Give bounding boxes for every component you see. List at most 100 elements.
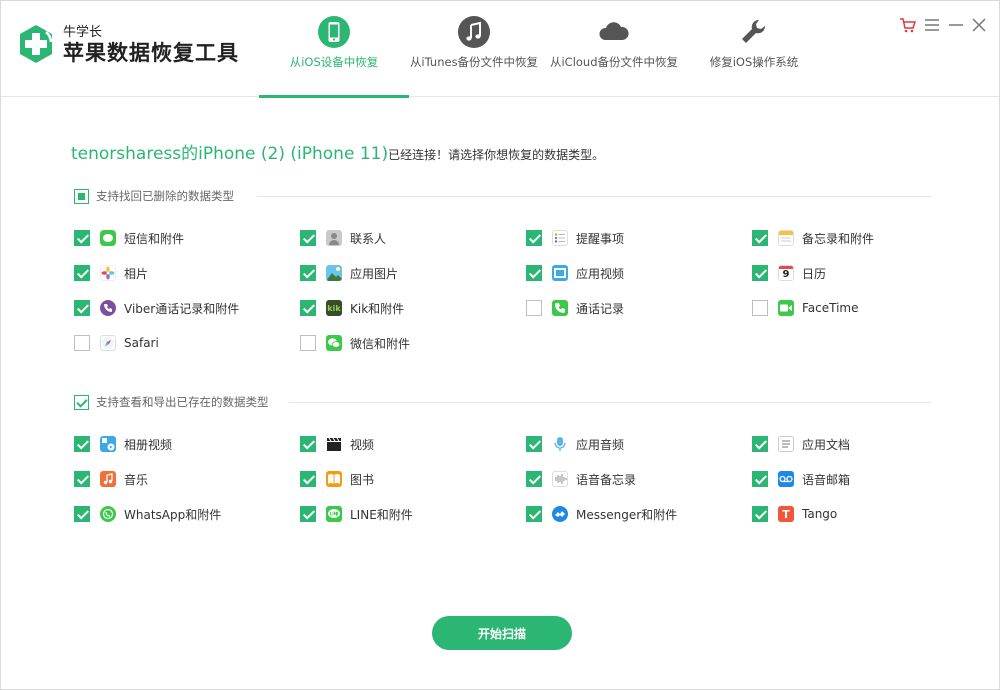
option-books[interactable]: 图书 <box>300 470 374 488</box>
checkbox[interactable] <box>300 300 316 316</box>
section-deleted-header[interactable]: 支持找回已删除的数据类型 <box>74 188 234 204</box>
section-existing-header[interactable]: 支持查看和导出已存在的数据类型 <box>74 394 269 410</box>
option-messenger[interactable]: Messenger和附件 <box>526 505 677 523</box>
checkbox[interactable] <box>300 471 316 487</box>
line-icon <box>326 506 342 522</box>
tab-label: 修复iOS操作系统 <box>709 55 799 69</box>
tab-repair-ios[interactable]: 修复iOS操作系统 <box>689 1 819 97</box>
tango-icon: T <box>778 506 794 522</box>
checkbox[interactable] <box>300 436 316 452</box>
option-whatsapp[interactable]: WhatsApp和附件 <box>74 505 221 523</box>
tab-itunes-backup[interactable]: 从iTunes备份文件中恢复 <box>409 1 539 97</box>
app-photos-icon <box>326 265 342 281</box>
item-label: FaceTime <box>802 301 859 315</box>
phone-icon <box>318 16 350 48</box>
item-label: 视频 <box>350 437 375 452</box>
notes-icon <box>778 230 794 246</box>
item-label: Messenger和附件 <box>576 507 678 522</box>
option-contacts[interactable]: 联系人 <box>300 229 386 247</box>
option-notes[interactable]: 备忘录和附件 <box>752 229 874 247</box>
checkbox[interactable] <box>300 335 316 351</box>
section-existing-checkbox[interactable] <box>74 394 89 410</box>
checkbox[interactable] <box>526 506 542 522</box>
checkbox[interactable] <box>752 300 768 316</box>
messages-icon <box>100 230 116 246</box>
option-messages[interactable]: 短信和附件 <box>74 229 184 247</box>
item-label: Kik和附件 <box>350 301 405 316</box>
start-scan-button[interactable]: 开始扫描 <box>432 616 572 650</box>
menu-icon[interactable] <box>923 16 941 34</box>
checkbox[interactable] <box>74 471 90 487</box>
item-label: Safari <box>124 336 159 350</box>
checkbox[interactable] <box>752 230 768 246</box>
checkbox[interactable] <box>74 436 90 452</box>
checkbox[interactable] <box>526 230 542 246</box>
item-label: 应用音频 <box>576 437 625 452</box>
checkbox[interactable] <box>74 265 90 281</box>
item-label: Viber通话记录和附件 <box>124 301 240 316</box>
checkbox[interactable] <box>526 436 542 452</box>
item-label: 通话记录 <box>576 301 625 316</box>
option-app-videos[interactable]: 应用视频 <box>526 264 624 282</box>
close-icon[interactable] <box>970 16 988 34</box>
calendar-icon: 9 <box>778 265 794 281</box>
item-label: 相册视频 <box>124 437 173 452</box>
item-label: 备忘录和附件 <box>802 231 875 246</box>
reminders-icon <box>552 230 568 246</box>
option-tango[interactable]: T Tango <box>752 505 837 523</box>
section-deleted-label: 支持找回已删除的数据类型 <box>96 189 234 203</box>
option-wechat[interactable]: 微信和附件 <box>300 334 410 352</box>
option-safari[interactable]: Safari <box>74 334 159 352</box>
option-photos[interactable]: 相片 <box>74 264 148 282</box>
cart-icon[interactable] <box>899 16 917 34</box>
wrench-icon <box>742 19 766 43</box>
option-kik[interactable]: kik Kik和附件 <box>300 299 404 317</box>
item-label: Tango <box>802 507 838 521</box>
checkbox[interactable] <box>526 300 542 316</box>
option-app-audio[interactable]: 应用音频 <box>526 435 624 453</box>
checkbox[interactable] <box>526 265 542 281</box>
option-music[interactable]: 音乐 <box>74 470 148 488</box>
app-title: 苹果数据恢复工具 <box>63 40 239 65</box>
option-reminders[interactable]: 提醒事项 <box>526 229 624 247</box>
checkbox[interactable] <box>300 506 316 522</box>
tab-ios-device[interactable]: 从iOS设备中恢复 <box>259 1 409 98</box>
tab-icloud-backup[interactable]: 从iCloud备份文件中恢复 <box>549 1 679 97</box>
phone-call-icon <box>552 300 568 316</box>
checkbox[interactable] <box>74 506 90 522</box>
music-icon <box>100 471 116 487</box>
option-voice-memos[interactable]: 语音备忘录 <box>526 470 636 488</box>
checkbox[interactable] <box>752 265 768 281</box>
option-album-video[interactable]: 相册视频 <box>74 435 172 453</box>
section-deleted-checkbox[interactable] <box>74 188 89 204</box>
checkbox[interactable] <box>752 436 768 452</box>
item-label: 应用视频 <box>576 266 625 281</box>
option-call-history[interactable]: 通话记录 <box>526 299 624 317</box>
item-label: 短信和附件 <box>124 231 185 246</box>
option-calendar[interactable]: 9 日历 <box>752 264 826 282</box>
microphone-icon <box>552 436 568 452</box>
option-app-photos[interactable]: 应用图片 <box>300 264 398 282</box>
album-video-icon <box>100 436 116 452</box>
minimize-icon[interactable] <box>947 16 965 34</box>
checkbox[interactable] <box>74 230 90 246</box>
option-viber[interactable]: Viber通话记录和附件 <box>74 299 239 317</box>
option-video[interactable]: 视频 <box>300 435 374 453</box>
option-voicemail[interactable]: 语音邮箱 <box>752 470 850 488</box>
item-label: 语音备忘录 <box>576 472 637 487</box>
checkbox[interactable] <box>752 471 768 487</box>
checkbox[interactable] <box>300 265 316 281</box>
safari-icon <box>100 335 116 351</box>
option-line[interactable]: LINE和附件 <box>300 505 413 523</box>
cloud-icon <box>599 22 629 40</box>
option-facetime[interactable]: FaceTime <box>752 299 859 317</box>
checkbox[interactable] <box>526 471 542 487</box>
checkbox[interactable] <box>752 506 768 522</box>
voicemail-icon <box>778 471 794 487</box>
facetime-icon <box>778 300 794 316</box>
option-app-documents[interactable]: 应用文档 <box>752 435 850 453</box>
checkbox[interactable] <box>300 230 316 246</box>
document-icon <box>778 436 794 452</box>
checkbox[interactable] <box>74 300 90 316</box>
checkbox[interactable] <box>74 335 90 351</box>
